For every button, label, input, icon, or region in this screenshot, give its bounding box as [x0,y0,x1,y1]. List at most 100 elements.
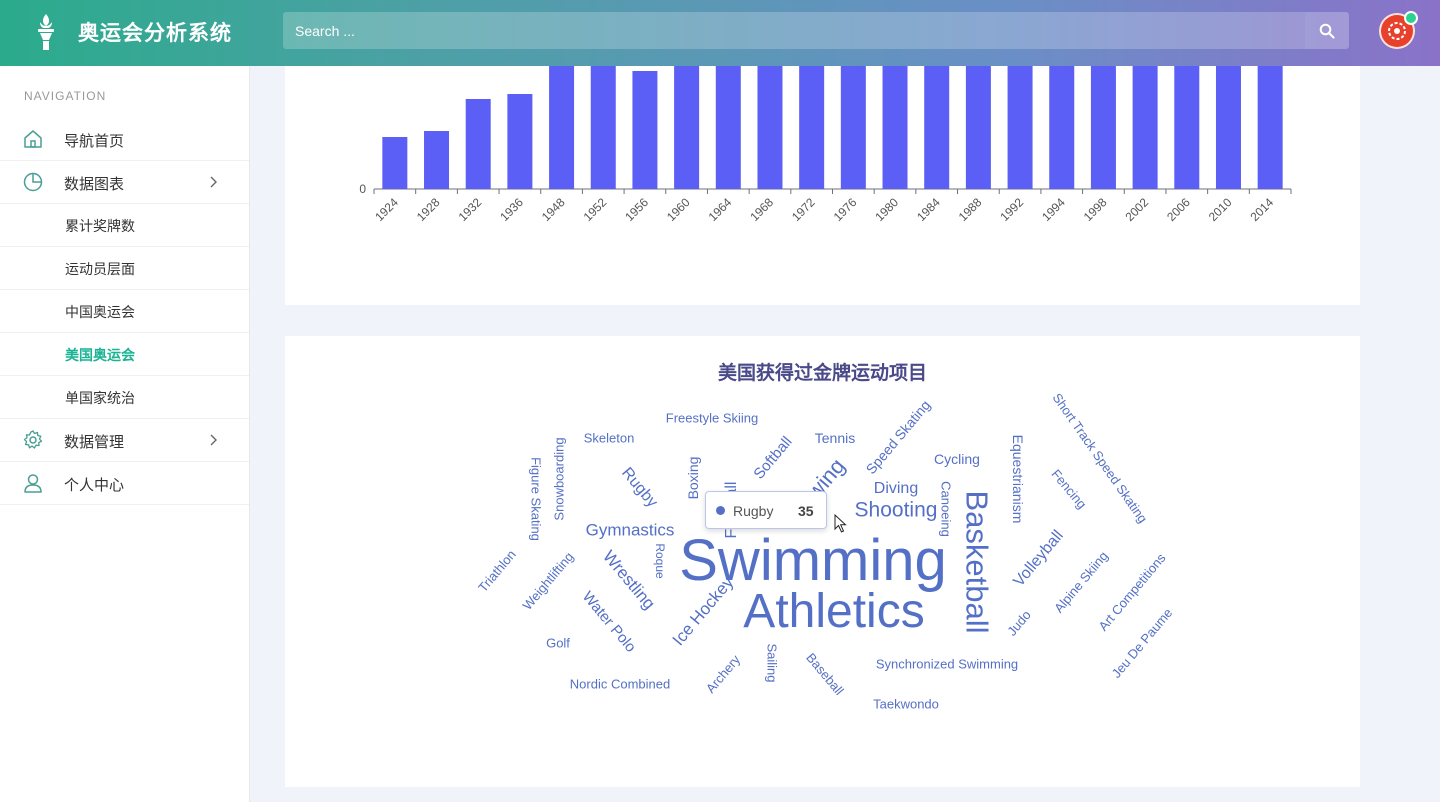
sidebar: NAVIGATION 导航首页 数据图表 累计奖牌数 运动员层面 中国奥运会 美… [0,66,250,802]
x-tick-label: 1924 [372,195,401,224]
x-tick-label: 1928 [414,195,443,224]
bar-1932[interactable] [465,99,491,189]
x-tick-label: 1998 [1081,195,1110,224]
bar-2002[interactable] [1132,66,1158,189]
sidebar-subitem-label: 中国奥运会 [65,304,135,320]
x-tick-label: 2006 [1164,195,1193,224]
x-tick-label: 1948 [539,195,568,224]
wordcloud-word[interactable]: Basketball [960,490,995,633]
sidebar-subitem-label: 运动员层面 [65,261,135,277]
bar-1976[interactable] [840,66,866,189]
medal-bar-chart-card: 0 1924 1928 1932 1936 1948 1952 1956 1960 1964 196… [285,66,1360,305]
wordcloud-word[interactable]: Tennis [815,431,855,445]
wordcloud-word[interactable]: Boxing [685,457,701,500]
bar-2006[interactable] [1174,66,1200,189]
x-tick-label: 1960 [664,195,693,224]
wordcloud-word[interactable]: Golf [546,637,570,650]
sidebar-item-label: 个人中心 [64,477,125,494]
bar-1956[interactable] [632,71,658,189]
bar-1984[interactable] [924,66,950,189]
x-tick-label: 1932 [456,195,485,224]
wordcloud-word[interactable]: Cycling [934,452,980,466]
sidebar-subitem-total-medals[interactable]: 累计奖牌数 [0,204,249,247]
wordcloud-word[interactable]: Freestyle Skiing [666,412,758,425]
bar-1928[interactable] [424,131,450,189]
y-tick-label: 0 [359,182,366,196]
wordcloud-word[interactable]: Canoeing [939,481,954,537]
sidebar-item-label: 数据管理 [64,434,125,451]
top-navbar: 奥运会分析系统 [0,0,1440,66]
wordcloud-word[interactable]: Synchronized Swimming [876,658,1018,671]
bar-2014[interactable] [1257,66,1283,189]
bar-1960[interactable] [674,66,700,189]
wordcloud-word[interactable]: Figure Skating [529,457,544,541]
x-tick-label: 1956 [622,195,651,224]
home-icon [24,130,42,148]
brand[interactable]: 奥运会分析系统 [0,0,250,66]
x-tick-label: 1952 [581,195,610,224]
wordcloud-word[interactable]: Nordic Combined [570,678,670,691]
chevron-right-icon [210,434,217,446]
sidebar-subitem-label: 单国家统治 [65,390,135,406]
sidebar-subitem-dominance[interactable]: 单国家统治 [0,376,249,419]
x-tick-label: 1984 [914,195,943,224]
bar-2010[interactable] [1215,66,1241,189]
search-input[interactable] [283,12,1305,49]
wordcloud-word[interactable]: Shooting [855,500,938,521]
sidebar-subitem-label: 美国奥运会 [65,347,135,363]
bar-1952[interactable] [590,66,616,189]
online-status-badge [1404,11,1418,25]
wordcloud-word[interactable]: Roque [653,543,667,578]
gear-icon [23,430,43,449]
wordcloud-word[interactable]: Snowboarding [552,437,567,520]
bar-1964[interactable] [715,66,741,189]
user-icon [24,474,42,493]
x-tick-label: 1994 [1039,195,1068,224]
wordcloud-word[interactable]: Equestrianism [1010,435,1026,524]
search-bar [283,12,1349,49]
bar-1936[interactable] [507,94,533,189]
nav-caption: NAVIGATION [24,89,107,103]
bar-1988[interactable] [965,66,991,189]
sidebar-subitem-usa[interactable]: 美国奥运会 [0,333,249,376]
x-tick-label: 1992 [997,195,1026,224]
sidebar-subitem-label: 累计奖牌数 [65,218,135,234]
chevron-right-icon [210,176,217,188]
sidebar-subitem-athletes[interactable]: 运动员层面 [0,247,249,290]
search-icon [1319,23,1335,39]
bar-1998[interactable] [1090,66,1116,189]
x-tick-label: 1980 [872,195,901,224]
pie-chart-icon [23,172,43,192]
wordcloud-word[interactable]: Taekwondo [873,698,939,711]
bar-1968[interactable] [757,66,783,189]
x-tick-label: 1968 [747,195,776,224]
wordcloud-word[interactable]: Gymnastics [586,522,675,539]
sidebar-item-label: 数据图表 [64,176,125,193]
sidebar-item-profile[interactable]: 个人中心 [0,462,249,505]
sidebar-item-label: 导航首页 [64,133,125,150]
bar-1994[interactable] [1049,66,1075,189]
sidebar-subitem-china[interactable]: 中国奥运会 [0,290,249,333]
chart-title: 美国获得过金牌运动项目 [717,363,927,384]
tooltip-label: Rugby [733,503,774,519]
wordcloud-word[interactable]: Diving [874,481,918,497]
x-tick-label: 2002 [1122,195,1151,224]
search-button[interactable] [1305,12,1349,49]
wordcloud-word[interactable]: Skeleton [584,432,635,445]
bar-1972[interactable] [799,66,825,189]
bar-1948[interactable] [549,66,575,189]
wordcloud-word[interactable]: Athletics [743,588,924,636]
bar-1980[interactable] [882,66,908,189]
x-tick-label: 1988 [956,195,985,224]
sidebar-item-data-management[interactable]: 数据管理 [0,419,249,462]
x-tick-label: 2014 [1247,195,1276,224]
app-title: 奥运会分析系统 [78,22,232,45]
wordcloud-word[interactable]: Sailing [765,643,780,682]
x-tick-label: 2010 [1206,195,1235,224]
x-tick-label: 1972 [789,195,818,224]
bar-1992[interactable] [1007,66,1033,189]
bar-1924[interactable] [382,137,408,189]
sidebar-item-charts[interactable]: 数据图表 [0,161,249,204]
medal-bar-chart: 0 1924 1928 1932 1936 1948 1952 1956 1960 1964 196… [359,66,1292,224]
sidebar-item-home[interactable]: 导航首页 [0,118,249,161]
